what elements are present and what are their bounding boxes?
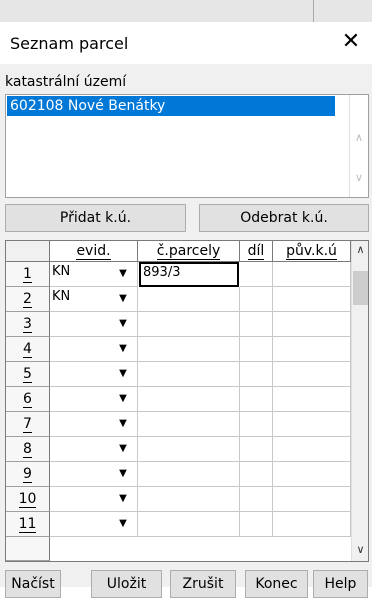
evid-cell[interactable]: KN ▼ xyxy=(50,287,138,312)
dropdown-arrow-icon[interactable]: ▼ xyxy=(116,365,130,383)
dil-cell[interactable] xyxy=(240,437,273,462)
parent-window-separator xyxy=(313,0,314,22)
puv-ku-cell[interactable] xyxy=(273,312,351,337)
dropdown-arrow-icon[interactable]: ▼ xyxy=(116,390,130,408)
col-header-puv-ku[interactable]: pův.k.ú xyxy=(273,241,351,262)
dil-cell[interactable] xyxy=(240,262,273,287)
evid-cell[interactable]: ▼ xyxy=(50,412,138,437)
parcel-cell[interactable] xyxy=(138,487,240,512)
dropdown-arrow-icon[interactable]: ▼ xyxy=(116,290,130,308)
parcel-cell[interactable] xyxy=(138,312,240,337)
scroll-up-icon[interactable]: ∧ xyxy=(350,131,368,144)
puv-ku-cell[interactable] xyxy=(273,287,351,312)
row-header[interactable]: 11 xyxy=(6,512,50,537)
remove-ku-button[interactable]: Odebrat k.ú. xyxy=(199,204,369,232)
parcel-cell[interactable] xyxy=(138,287,240,312)
puv-ku-cell[interactable] xyxy=(273,487,351,512)
add-ku-button[interactable]: Přidat k.ú. xyxy=(5,204,186,232)
col-header-parcel[interactable]: č.parcely xyxy=(138,241,240,262)
puv-ku-cell[interactable] xyxy=(273,437,351,462)
row-header-partial xyxy=(6,537,50,561)
load-button[interactable]: Načíst xyxy=(5,570,61,598)
save-button[interactable]: Uložit xyxy=(91,570,162,598)
puv-ku-cell[interactable] xyxy=(273,462,351,487)
row-header[interactable]: 9 xyxy=(6,462,50,487)
cancel-button[interactable]: Zrušit xyxy=(170,570,236,598)
evid-cell[interactable]: ▼ xyxy=(50,337,138,362)
puv-ku-cell[interactable] xyxy=(273,262,351,287)
dil-cell[interactable] xyxy=(240,387,273,412)
evid-cell[interactable]: ▼ xyxy=(50,362,138,387)
evid-cell[interactable]: ▼ xyxy=(50,487,138,512)
dil-cell[interactable] xyxy=(240,312,273,337)
grid-scrollbar[interactable]: ∧ ∨ xyxy=(351,241,368,561)
parcel-cell-editing[interactable]: 893/3 xyxy=(139,262,239,287)
dil-cell[interactable] xyxy=(240,362,273,387)
dil-cell[interactable] xyxy=(240,487,273,512)
ku-listbox[interactable]: 602108 Nové Benátky ∧ ∨ xyxy=(5,94,369,198)
dropdown-arrow-icon[interactable]: ▼ xyxy=(116,415,130,433)
row-header[interactable]: 4 xyxy=(6,337,50,362)
scroll-down-icon[interactable]: ∨ xyxy=(350,171,368,184)
dil-cell[interactable] xyxy=(240,512,273,537)
evid-cell[interactable]: ▼ xyxy=(50,512,138,537)
parcel-cell[interactable] xyxy=(138,362,240,387)
dil-cell[interactable] xyxy=(240,462,273,487)
dil-cell[interactable] xyxy=(240,412,273,437)
dropdown-arrow-icon[interactable]: ▼ xyxy=(116,515,130,533)
col-header-dil[interactable]: díl xyxy=(240,241,273,262)
dropdown-arrow-icon[interactable]: ▼ xyxy=(116,265,130,283)
dropdown-arrow-icon[interactable]: ▼ xyxy=(116,490,130,508)
parcel-cell[interactable] xyxy=(138,412,240,437)
close-icon[interactable]: ✕ xyxy=(336,27,366,57)
dil-cell[interactable] xyxy=(240,337,273,362)
row-header[interactable]: 7 xyxy=(6,412,50,437)
ku-scrollbar[interactable]: ∧ ∨ xyxy=(349,95,368,197)
puv-ku-cell[interactable] xyxy=(273,412,351,437)
puv-ku-cell[interactable] xyxy=(273,362,351,387)
row-header[interactable]: 8 xyxy=(6,437,50,462)
evid-cell[interactable]: ▼ xyxy=(50,312,138,337)
dropdown-arrow-icon[interactable]: ▼ xyxy=(116,465,130,483)
ku-label: katastrální území xyxy=(5,74,127,90)
grid-scroll-down-icon[interactable]: ∨ xyxy=(352,543,368,556)
col-header-evid[interactable]: evid. xyxy=(50,241,138,262)
row-header[interactable]: 3 xyxy=(6,312,50,337)
title-bar: Seznam parcel ✕ xyxy=(0,22,372,64)
help-button[interactable]: Help xyxy=(313,570,368,598)
evid-cell[interactable]: ▼ xyxy=(50,462,138,487)
parcel-cell[interactable] xyxy=(138,387,240,412)
row-header[interactable]: 5 xyxy=(6,362,50,387)
parcel-cell[interactable] xyxy=(138,512,240,537)
dropdown-arrow-icon[interactable]: ▼ xyxy=(116,340,130,358)
grid-scroll-thumb[interactable] xyxy=(353,271,368,305)
grid-corner xyxy=(6,241,50,262)
grid-scroll-up-icon[interactable]: ∧ xyxy=(352,243,368,256)
row-header[interactable]: 6 xyxy=(6,387,50,412)
dialog-window: Seznam parcel ✕ katastrální území 602108… xyxy=(0,22,372,598)
parcel-cell[interactable] xyxy=(138,462,240,487)
dropdown-arrow-icon[interactable]: ▼ xyxy=(116,315,130,333)
ku-list-item[interactable]: 602108 Nové Benátky xyxy=(7,96,335,116)
parcel-grid[interactable]: evid. č.parcely díl pův.k.ú 1 KN ▼ 893/3 … xyxy=(5,240,369,562)
parcel-cell[interactable] xyxy=(138,437,240,462)
puv-ku-cell[interactable] xyxy=(273,387,351,412)
row-header[interactable]: 10 xyxy=(6,487,50,512)
evid-cell[interactable]: KN ▼ xyxy=(50,262,138,287)
parcel-cell[interactable] xyxy=(138,337,240,362)
dropdown-arrow-icon[interactable]: ▼ xyxy=(116,440,130,458)
puv-ku-cell[interactable] xyxy=(273,337,351,362)
evid-cell[interactable]: ▼ xyxy=(50,437,138,462)
end-button[interactable]: Konec xyxy=(245,570,308,598)
dil-cell[interactable] xyxy=(240,287,273,312)
row-header[interactable]: 2 xyxy=(6,287,50,312)
puv-ku-cell[interactable] xyxy=(273,512,351,537)
window-title: Seznam parcel xyxy=(10,34,129,53)
evid-cell[interactable]: ▼ xyxy=(50,387,138,412)
row-header[interactable]: 1 xyxy=(6,262,50,287)
parent-window-strip xyxy=(0,0,372,23)
